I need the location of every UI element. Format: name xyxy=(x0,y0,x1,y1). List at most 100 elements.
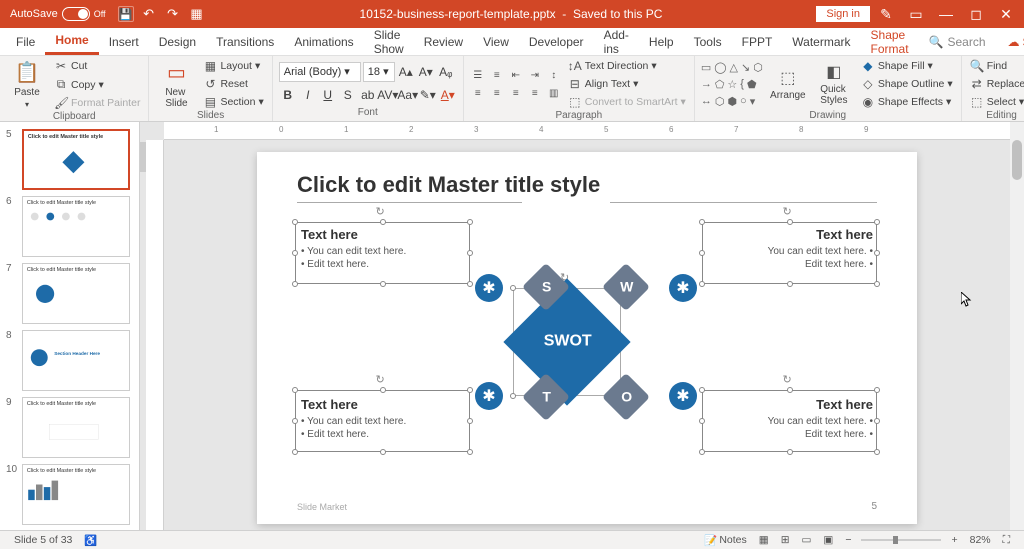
text-box-tl[interactable]: Text here You can edit text here.Edit te… xyxy=(301,227,406,271)
justify-icon[interactable]: ≡ xyxy=(527,86,543,100)
menu-home[interactable]: Home xyxy=(45,28,98,55)
underline-button[interactable]: U xyxy=(319,86,337,104)
swot-dot-tr[interactable]: ✱ xyxy=(669,274,697,302)
redo-icon[interactable]: ↷ xyxy=(164,5,182,23)
arrange-button[interactable]: ⬚Arrange xyxy=(767,58,809,110)
swot-dot-tl[interactable]: ✱ xyxy=(475,274,503,302)
menu-slideshow[interactable]: Slide Show xyxy=(364,28,414,55)
bullets-icon[interactable]: ☰ xyxy=(470,68,486,82)
menu-watermark[interactable]: Watermark xyxy=(782,28,860,55)
shadow-button[interactable]: ab xyxy=(359,86,377,104)
menu-transitions[interactable]: Transitions xyxy=(206,28,284,55)
zoom-out-icon[interactable]: − xyxy=(839,534,857,546)
thumbnails-panel[interactable]: 5 Click to edit Master title style 6 Cli… xyxy=(0,122,140,530)
format-painter-button[interactable]: 🖌Format Painter xyxy=(52,95,142,111)
maximize-icon[interactable]: ◻ xyxy=(962,0,990,28)
view-slideshow-icon[interactable]: ▣ xyxy=(817,534,839,546)
zoom-slider[interactable] xyxy=(861,539,941,541)
menu-animations[interactable]: Animations xyxy=(284,28,363,55)
decrease-font-icon[interactable]: A▾ xyxy=(417,63,435,81)
section-button[interactable]: ▤Section ▾ xyxy=(201,94,265,110)
zoom-level[interactable]: 82% xyxy=(964,534,997,546)
view-sorter-icon[interactable]: ⊞ xyxy=(775,534,796,546)
text-box-br[interactable]: Text here You can edit text here.Edit te… xyxy=(768,397,873,441)
find-button[interactable]: 🔍Find xyxy=(968,58,1024,74)
thumb-5[interactable]: Click to edit Master title style xyxy=(22,129,130,190)
thumb-10[interactable]: Click to edit Master title style xyxy=(22,464,130,525)
slide-counter[interactable]: Slide 5 of 33 xyxy=(8,534,78,546)
menu-addins[interactable]: Add-ins xyxy=(594,28,639,55)
save-icon[interactable]: 💾 xyxy=(118,6,134,22)
shape-effects-button[interactable]: ◉Shape Effects ▾ xyxy=(859,94,955,110)
smartart-button[interactable]: ⬚Convert to SmartArt ▾ xyxy=(566,94,688,110)
strike-button[interactable]: S xyxy=(339,86,357,104)
menu-fppt[interactable]: FPPT xyxy=(732,28,783,55)
font-size-select[interactable]: 18 ▾ xyxy=(363,62,395,82)
ribbon-mode-icon[interactable]: ▭ xyxy=(902,0,930,28)
cut-button[interactable]: ✂Cut xyxy=(52,58,142,74)
minimize-icon[interactable]: — xyxy=(932,0,960,28)
line-spacing-icon[interactable]: ↕ xyxy=(546,68,562,82)
text-direction-button[interactable]: ↕AText Direction ▾ xyxy=(566,58,688,74)
view-normal-icon[interactable]: ▦ xyxy=(753,534,775,546)
fit-window-icon[interactable]: ⛶ xyxy=(997,534,1016,547)
align-left-icon[interactable]: ≡ xyxy=(470,86,486,100)
menu-review[interactable]: Review xyxy=(414,28,473,55)
menu-shapeformat[interactable]: Shape Format xyxy=(861,28,919,55)
ribbon-display-icon[interactable]: ✎ xyxy=(872,0,900,28)
zoom-in-icon[interactable]: + xyxy=(945,534,963,546)
bold-button[interactable]: B xyxy=(279,86,297,104)
layout-button[interactable]: ▦Layout ▾ xyxy=(201,58,265,74)
case-button[interactable]: Aa▾ xyxy=(399,86,417,104)
rotate-handle-icon[interactable]: ↻ xyxy=(376,373,390,387)
vertical-scrollbar[interactable] xyxy=(1010,122,1024,530)
notes-button[interactable]: 📝 Notes xyxy=(698,534,753,547)
shape-fill-button[interactable]: ◆Shape Fill ▾ xyxy=(859,58,955,74)
spacing-button[interactable]: AV▾ xyxy=(379,86,397,104)
search-box[interactable]: 🔍 Search xyxy=(919,35,996,49)
reset-button[interactable]: ↺Reset xyxy=(201,76,265,92)
signin-button[interactable]: Sign in xyxy=(816,6,870,22)
align-right-icon[interactable]: ≡ xyxy=(508,86,524,100)
align-center-icon[interactable]: ≡ xyxy=(489,86,505,100)
indent-left-icon[interactable]: ⇤ xyxy=(508,68,524,82)
view-reading-icon[interactable]: ▭ xyxy=(796,534,818,546)
paste-button[interactable]: 📋Paste▾ xyxy=(6,58,48,111)
font-color-button[interactable]: A▾ xyxy=(439,86,457,104)
menu-design[interactable]: Design xyxy=(149,28,206,55)
close-icon[interactable]: ✕ xyxy=(992,0,1020,28)
text-box-tr[interactable]: Text here You can edit text here.Edit te… xyxy=(768,227,873,271)
swot-dot-br[interactable]: ✱ xyxy=(669,382,697,410)
select-button[interactable]: ⬚Select ▾ xyxy=(968,94,1024,110)
thumb-6[interactable]: Click to edit Master title style xyxy=(22,196,130,257)
quick-styles-button[interactable]: ◧Quick Styles xyxy=(813,58,855,110)
copy-button[interactable]: ⧉Copy ▾ xyxy=(52,76,142,93)
italic-button[interactable]: I xyxy=(299,86,317,104)
autosave-toggle[interactable]: AutoSave Off xyxy=(4,7,112,21)
accessibility-icon[interactable]: ♿ xyxy=(78,534,103,547)
menu-tools[interactable]: Tools xyxy=(684,28,732,55)
shape-outline-button[interactable]: ◇Shape Outline ▾ xyxy=(859,76,955,92)
swot-dot-bl[interactable]: ✱ xyxy=(475,382,503,410)
rotate-handle-icon[interactable]: ↻ xyxy=(376,205,390,219)
font-family-select[interactable]: Arial (Body) ▾ xyxy=(279,62,361,82)
slide-title[interactable]: Click to edit Master title style xyxy=(297,172,600,198)
menu-help[interactable]: Help xyxy=(639,28,684,55)
text-box-bl[interactable]: Text here You can edit text here.Edit te… xyxy=(301,397,406,441)
clear-format-icon[interactable]: Aᵩ xyxy=(437,63,455,81)
menu-developer[interactable]: Developer xyxy=(519,28,594,55)
thumb-7[interactable]: Click to edit Master title style xyxy=(22,263,130,324)
menu-view[interactable]: View xyxy=(473,28,519,55)
indent-right-icon[interactable]: ⇥ xyxy=(527,68,543,82)
align-text-button[interactable]: ⊟Align Text ▾ xyxy=(566,76,688,92)
rotate-handle-icon[interactable]: ↻ xyxy=(783,373,797,387)
highlight-button[interactable]: ✎▾ xyxy=(419,86,437,104)
thumb-8[interactable]: Section Header Here xyxy=(22,330,130,391)
shapes-gallery[interactable]: ▭◯△↘⬡ →⬠☆{⬟ ↔⬡⬢○▾ xyxy=(701,58,763,110)
slide-canvas[interactable]: Click to edit Master title style ↻ ↻ xyxy=(257,152,917,524)
undo-icon[interactable]: ↶ xyxy=(140,5,158,23)
replace-button[interactable]: ⇄Replace ▾ xyxy=(968,76,1024,92)
columns-icon[interactable]: ▥ xyxy=(546,86,562,100)
share-button[interactable]: ☁ Share xyxy=(1008,35,1024,49)
increase-font-icon[interactable]: A▴ xyxy=(397,63,415,81)
